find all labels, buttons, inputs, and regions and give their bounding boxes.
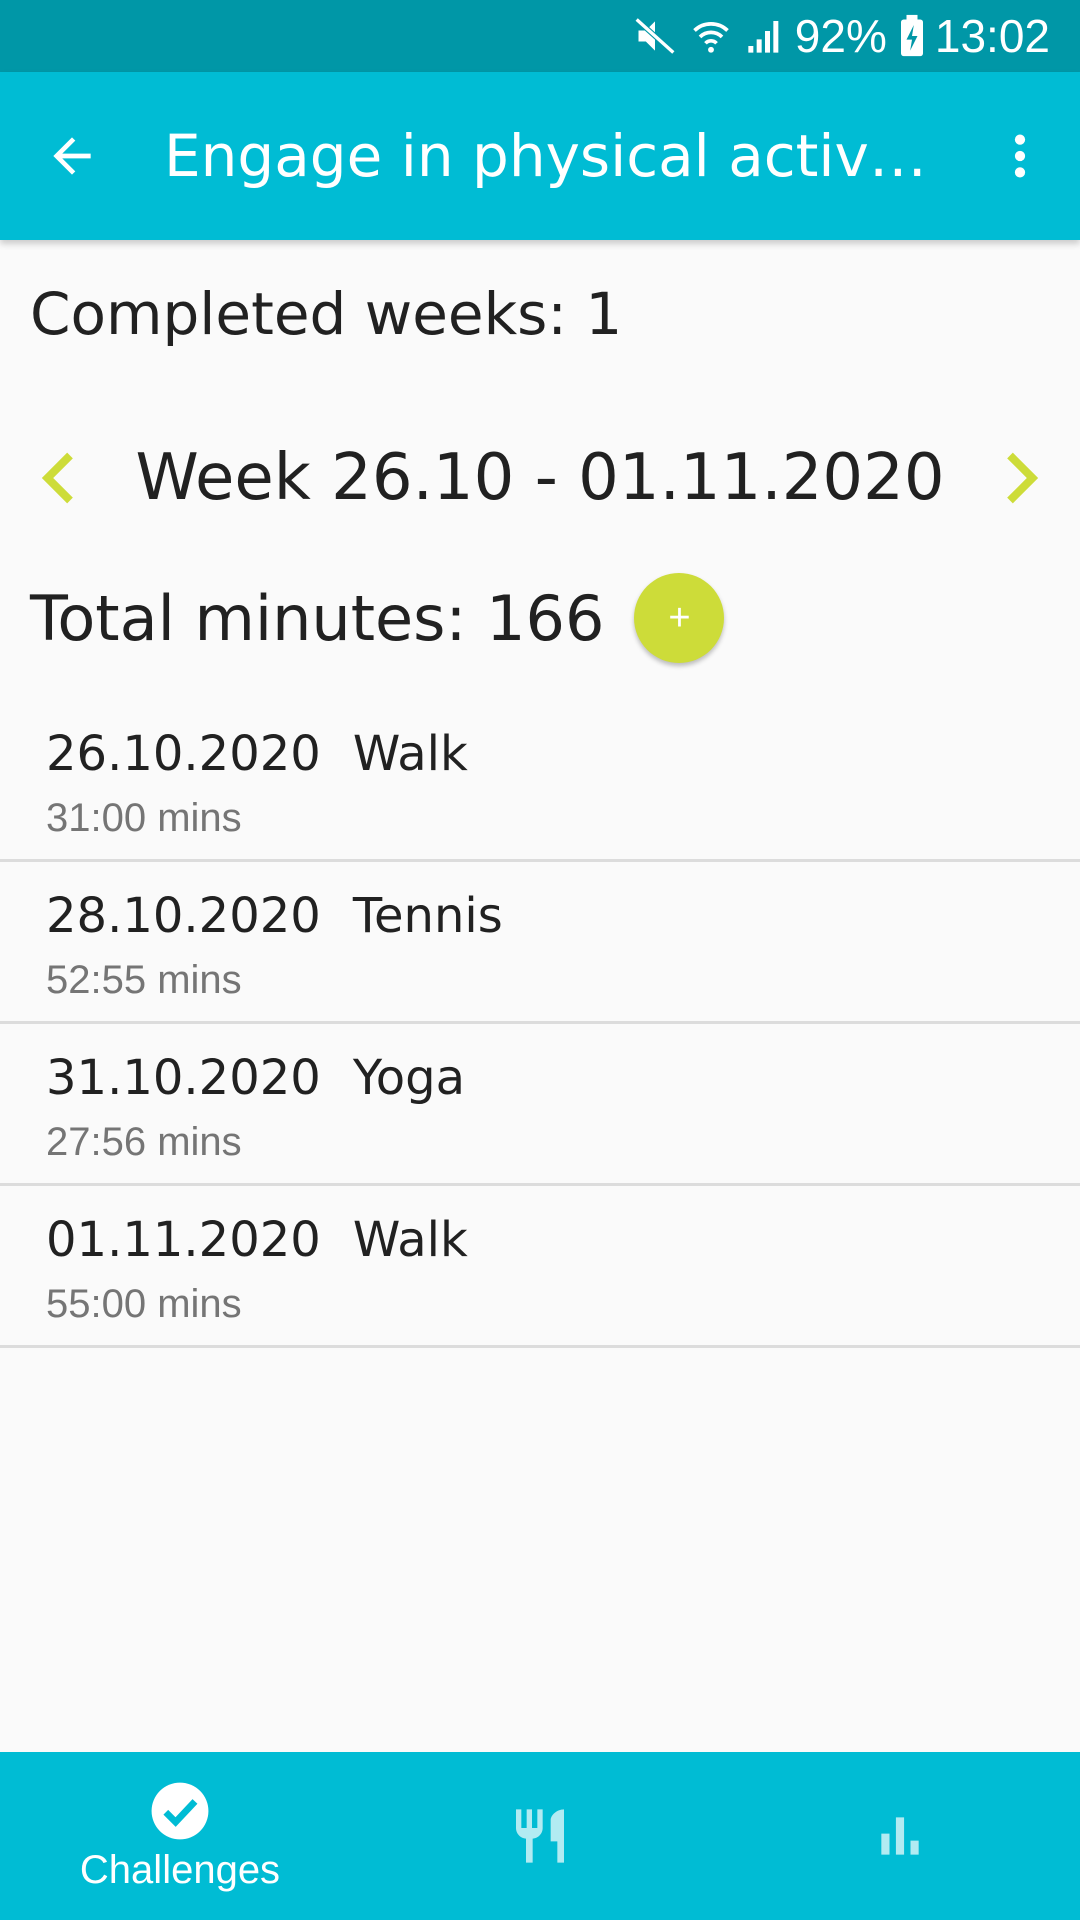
back-button[interactable] [0, 72, 144, 240]
activity-duration: 31:00 mins [46, 796, 242, 840]
total-minutes: Total minutes: 166 [30, 581, 605, 655]
activity-date: 28.10.2020 [46, 888, 321, 944]
activity-date: 26.10.2020 [46, 726, 321, 782]
activity-date: 01.11.2020 [46, 1212, 321, 1268]
bottom-navigation: Challenges [0, 1752, 1080, 1920]
previous-week-button[interactable] [0, 430, 120, 526]
overflow-menu-button[interactable] [960, 72, 1080, 240]
status-bar: 92% 13:02 [0, 0, 1080, 72]
signal-icon [745, 16, 785, 56]
week-range-label: Week 26.10 - 01.11.2020 [135, 441, 945, 515]
tab-statistics[interactable] [720, 1752, 1080, 1920]
mute-icon [633, 14, 677, 58]
activity-name: Yoga [352, 1050, 466, 1106]
list-item[interactable]: 28.10.2020 Tennis 52:55 mins [0, 862, 1080, 1024]
activity-duration: 27:56 mins [46, 1120, 242, 1164]
list-item[interactable]: 31.10.2020 Yoga 27:56 mins [0, 1024, 1080, 1186]
tab-nutrition[interactable] [360, 1752, 720, 1920]
list-item[interactable]: 01.11.2020 Walk 55:00 mins [0, 1186, 1080, 1348]
tab-challenges-label: Challenges [79, 1847, 281, 1892]
activity-name: Walk [352, 1212, 468, 1268]
page-title: Engage in physical activit… [164, 122, 960, 190]
add-activity-button[interactable]: + [634, 573, 725, 663]
arrow-back-icon [53, 137, 91, 175]
activity-date: 31.10.2020 [46, 1050, 321, 1106]
wifi-icon [689, 14, 733, 58]
bar-chart-icon [881, 1817, 919, 1855]
total-minutes-row: Total minutes: 166 + [30, 570, 725, 666]
battery-charging-icon [899, 14, 925, 58]
chevron-left-icon [41, 452, 73, 504]
plus-icon: + [668, 596, 691, 639]
week-navigator: Week 26.10 - 01.11.2020 [0, 430, 1080, 526]
app-bar: Engage in physical activit… [0, 72, 1080, 240]
restaurant-icon [516, 1809, 564, 1863]
list-item[interactable]: 26.10.2020 Walk 31:00 mins [0, 700, 1080, 862]
activity-duration: 52:55 mins [46, 958, 242, 1002]
battery-percent: 92% [794, 10, 887, 62]
activity-name: Walk [352, 726, 468, 782]
activity-list: 26.10.2020 Walk 31:00 mins 28.10.2020 Tenn… [0, 700, 1080, 1348]
next-week-button[interactable] [960, 430, 1080, 526]
clock: 13:02 [934, 10, 1050, 62]
more-vert-icon [1014, 134, 1026, 178]
activity-name: Tennis [352, 888, 503, 944]
check-circle-icon [151, 1782, 209, 1839]
chevron-right-icon [1007, 452, 1039, 504]
tab-challenges[interactable]: Challenges [0, 1752, 360, 1920]
activity-duration: 55:00 mins [46, 1282, 242, 1326]
completed-weeks: Completed weeks: 1 [30, 280, 623, 348]
